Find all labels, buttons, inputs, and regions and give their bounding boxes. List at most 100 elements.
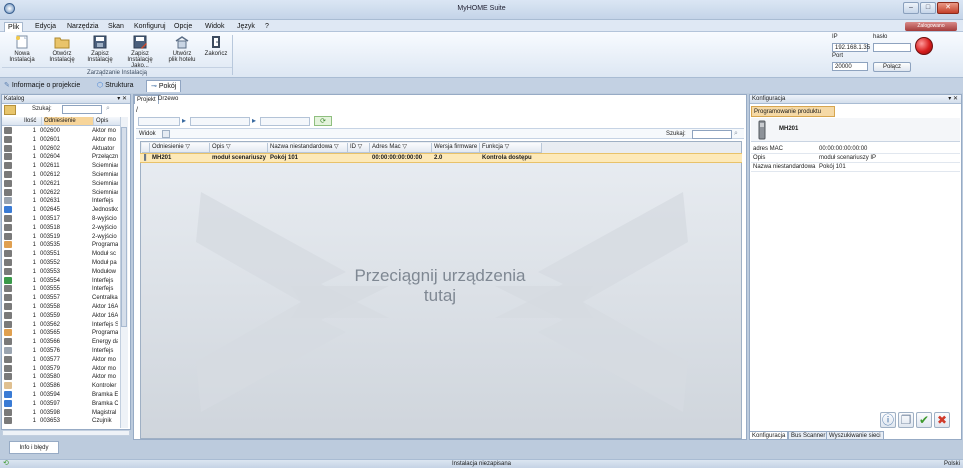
grid-col-reference[interactable]: Odniesienie ▽ bbox=[150, 143, 210, 153]
catalog-row[interactable]: 1 003552 Moduł pa bbox=[2, 259, 120, 268]
catalog-row[interactable]: 1 002600 Aktor mo bbox=[2, 127, 120, 136]
catalog-row[interactable]: 1 003565 Programa bbox=[2, 329, 120, 338]
catalog-row[interactable]: 1 002611 Ściemniac bbox=[2, 162, 120, 171]
catalog-row-qty: 1 bbox=[32, 224, 36, 231]
prop-row-mac[interactable]: adres MAC 00:00:00:00:00:00 bbox=[751, 145, 960, 154]
nav-level-1[interactable] bbox=[138, 117, 180, 126]
catalog-row[interactable]: 1 003518 2-wyjścio bbox=[2, 223, 120, 233]
menu-help[interactable]: ? bbox=[262, 22, 272, 32]
catalog-row[interactable]: 1 003555 Interfejs bbox=[2, 285, 120, 294]
tab-project-info[interactable]: ✎ Informacje o projekcie bbox=[4, 80, 80, 92]
grid-search-icon[interactable]: ⌕ bbox=[734, 129, 738, 139]
tab-network-search[interactable]: Wyszukiwanie sieci bbox=[826, 431, 884, 440]
nav-level-3[interactable] bbox=[260, 117, 310, 126]
catalog-panel-controls[interactable]: ▾ ✕ bbox=[117, 95, 127, 103]
port-input[interactable]: 20000 bbox=[832, 62, 868, 71]
catalog-add-icon[interactable] bbox=[4, 105, 16, 115]
grid-col-mac[interactable]: Adres Mac ▽ bbox=[370, 143, 432, 153]
catalog-row[interactable]: 1 003566 Energy da bbox=[2, 338, 120, 347]
copy-icon[interactable]: ❐ bbox=[898, 412, 914, 428]
catalog-row[interactable]: 1 003597 Bramka C bbox=[2, 399, 120, 409]
menu-konfiguruj[interactable]: Konfiguruj bbox=[131, 22, 169, 32]
catalog-row[interactable]: 1 003517 8-wyjścio bbox=[2, 215, 120, 224]
catalog-row[interactable]: 1 003558 Aktor 16A bbox=[2, 303, 120, 312]
catalog-row[interactable]: 1 002612 Ściemniac bbox=[2, 171, 120, 180]
catalog-row[interactable]: 1 003557 Centralka bbox=[2, 294, 120, 303]
catalog-row[interactable]: 1 003577 Aktor mo bbox=[2, 355, 120, 365]
catalog-row[interactable]: 1 003580 Aktor mo bbox=[2, 373, 120, 382]
cancel-x-icon[interactable]: ✖ bbox=[934, 412, 950, 428]
catalog-row[interactable]: 1 002631 Interfejs bbox=[2, 197, 120, 206]
catalog-row[interactable]: 1 003554 Interfejs bbox=[2, 276, 120, 286]
save-installation-as-button[interactable]: Zapisz Instalację Jako... bbox=[118, 35, 162, 69]
connect-button[interactable]: Połącz bbox=[873, 62, 911, 72]
configuration-panel-controls[interactable]: ▾ ✕ bbox=[948, 95, 958, 103]
catalog-row[interactable]: 1 003535 Programa bbox=[2, 241, 120, 250]
nav-arrow-icon-2: ▸ bbox=[252, 116, 257, 125]
catalog-row[interactable]: 1 003519 2-wyjścio bbox=[2, 232, 120, 242]
menu-jezyk[interactable]: Język bbox=[234, 22, 258, 32]
catalog-horizontal-scrollbar[interactable] bbox=[2, 430, 130, 436]
catalog-search-input[interactable] bbox=[62, 105, 102, 114]
info-errors-tab[interactable]: Info i błędy bbox=[9, 441, 59, 454]
grid-col-id[interactable]: ID ▽ bbox=[348, 143, 370, 153]
catalog-row[interactable]: 1 002602 Aktuator bbox=[2, 144, 120, 154]
password-input[interactable] bbox=[873, 43, 911, 52]
catalog-row[interactable]: 1 003598 Magistral bbox=[2, 408, 120, 418]
grid-col-function[interactable]: Funkcja ▽ bbox=[480, 143, 542, 153]
catalog-row[interactable]: 1 003551 Moduł sc bbox=[2, 250, 120, 259]
catalog-row[interactable]: 1 002604 Przełączn bbox=[2, 153, 120, 162]
tab-product-programming[interactable]: Programowanie produktu bbox=[751, 106, 835, 117]
tab-configuration[interactable]: Konfiguracja bbox=[749, 431, 789, 440]
apply-check-icon[interactable]: ✔ bbox=[916, 412, 932, 428]
catalog-row[interactable]: 1 002622 Ściemniac bbox=[2, 188, 120, 198]
menu-widok[interactable]: Widok bbox=[202, 22, 227, 32]
menu-opcje[interactable]: Opcje bbox=[171, 22, 195, 32]
grid-search-input[interactable] bbox=[692, 130, 732, 139]
nav-go-icon[interactable]: ⟳ bbox=[314, 116, 332, 126]
exit-button[interactable]: Zakończ bbox=[202, 35, 230, 65]
view-mode-icon[interactable] bbox=[162, 130, 170, 138]
catalog-scroll-thumb[interactable] bbox=[121, 127, 127, 327]
catalog-row[interactable]: 1 003586 Kontroler bbox=[2, 382, 120, 391]
catalog-row[interactable]: 1 003559 Aktor 16A bbox=[2, 311, 120, 321]
catalog-search-icon[interactable]: ⌕ bbox=[106, 105, 110, 113]
catalog-row[interactable]: 1 002645 Jednostkc bbox=[2, 206, 120, 215]
catalog-row-description: Aktor mo bbox=[92, 356, 117, 363]
prop-row-description[interactable]: Opis moduł scenariuszy IP bbox=[751, 154, 960, 163]
grid-col-custom-name[interactable]: Nazwa niestandardowa ▽ bbox=[268, 143, 348, 153]
tab-project[interactable]: Projekt bbox=[134, 95, 159, 104]
catalog-row[interactable]: 1 003594 Bramka E bbox=[2, 391, 120, 400]
ip-input[interactable]: 192.168.1.35 bbox=[832, 43, 870, 52]
new-installation-button[interactable]: Nowa Instalacja bbox=[3, 35, 41, 65]
tab-tree[interactable]: Drzewo bbox=[156, 95, 180, 104]
create-hotel-file-button[interactable]: Utwórz plik hotelu bbox=[162, 35, 202, 65]
catalog-row[interactable]: 1 002621 Ściemniac bbox=[2, 179, 120, 189]
close-button[interactable]: ✕ bbox=[937, 2, 959, 14]
save-installation-button[interactable]: Zapisz Instalację bbox=[82, 35, 118, 65]
prop-row-custom-name[interactable]: Nazwa niestandardowa Pokój 101 bbox=[751, 163, 960, 172]
maximize-button[interactable]: □ bbox=[920, 2, 936, 14]
col-reference[interactable]: Odniesienie bbox=[44, 117, 94, 125]
nav-level-2[interactable] bbox=[190, 117, 250, 126]
catalog-row[interactable]: 1 003562 Interfejs S bbox=[2, 320, 120, 330]
catalog-row[interactable]: 1 003576 Interfejs bbox=[2, 347, 120, 356]
menu-narzedzia[interactable]: Narzędzia bbox=[64, 22, 102, 32]
menu-plik[interactable]: Plik bbox=[4, 22, 24, 32]
grid-col-description[interactable]: Opis ▽ bbox=[210, 143, 268, 153]
catalog-row[interactable]: 1 003653 Czujnik bbox=[2, 417, 120, 426]
menu-skan[interactable]: Skan bbox=[105, 22, 127, 32]
catalog-row[interactable]: 1 002601 Aktor mo bbox=[2, 135, 120, 145]
tab-bus-scanner[interactable]: Bus Scanner bbox=[788, 431, 829, 440]
catalog-row[interactable]: 1 003579 Aktor mo bbox=[2, 364, 120, 374]
open-installation-button[interactable]: Otwórz Instalację bbox=[44, 35, 80, 65]
minimize-button[interactable]: – bbox=[903, 2, 919, 14]
tab-structure[interactable]: ⬡ Struktura bbox=[97, 80, 133, 92]
col-qty[interactable]: Ilość bbox=[24, 117, 42, 125]
col-description[interactable]: Opis bbox=[96, 117, 108, 125]
tab-room[interactable]: ⊸ Pokój bbox=[146, 80, 182, 92]
menu-edycja[interactable]: Edycja bbox=[32, 22, 59, 32]
grid-col-firmware[interactable]: Wersja firmware ▽ bbox=[432, 143, 480, 153]
catalog-row[interactable]: 1 003553 Modułow bbox=[2, 267, 120, 277]
info-icon[interactable]: ⓘ bbox=[880, 412, 896, 428]
